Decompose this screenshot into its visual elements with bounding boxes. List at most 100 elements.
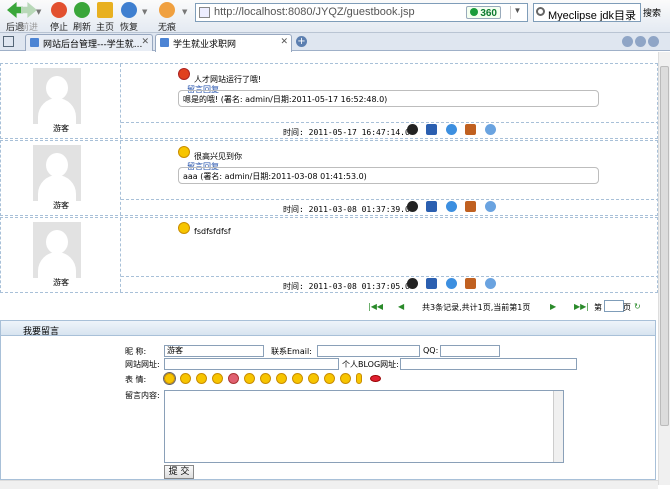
email-input[interactable]	[317, 345, 420, 357]
lips-icon[interactable]	[370, 375, 381, 382]
favicon-icon	[30, 38, 39, 47]
avatar	[33, 145, 81, 201]
thumb-icon[interactable]	[356, 373, 362, 384]
content-label: 留言内容:	[125, 391, 160, 400]
tab-menu-icon[interactable]	[3, 36, 14, 47]
submit-button[interactable]: 提 交	[164, 465, 194, 479]
guest-name: 游客	[53, 124, 69, 133]
face-icon[interactable]	[244, 373, 255, 384]
msn-icon[interactable]	[485, 278, 496, 289]
brand-360-badge[interactable]: 360	[466, 6, 501, 19]
face-icon[interactable]	[292, 373, 303, 384]
new-tab-icon[interactable]: +	[296, 36, 307, 47]
avatar	[33, 68, 81, 124]
email-icon[interactable]	[426, 201, 437, 212]
face-label: 表 情:	[125, 375, 147, 384]
homepage-icon[interactable]	[446, 124, 457, 135]
scroll-thumb[interactable]	[660, 66, 669, 426]
home-icon[interactable]	[465, 124, 476, 135]
address-bar[interactable]: http://localhost:8080/JYQZ/guestbook.jsp…	[195, 3, 528, 22]
face-icon[interactable]	[276, 373, 287, 384]
face-icon[interactable]	[324, 373, 335, 384]
notrace-button[interactable]: 无痕	[152, 0, 182, 33]
entry-divider	[121, 276, 658, 277]
home-icon[interactable]	[465, 201, 476, 212]
prev-page-icon[interactable]: ◀	[398, 302, 404, 311]
site-label: 网站网址:	[125, 360, 160, 369]
tab-list-icon[interactable]	[648, 36, 659, 47]
guest-name: 游客	[53, 201, 69, 210]
face-icon	[178, 222, 190, 234]
avatar-body	[38, 252, 76, 278]
search-button[interactable]: 搜索	[643, 6, 661, 19]
homepage-icon[interactable]	[446, 278, 457, 289]
history-dropdown-icon[interactable]: ▼	[36, 8, 41, 16]
entry-divider	[121, 199, 658, 200]
face-icon[interactable]	[212, 373, 223, 384]
first-page-icon[interactable]: |◀◀	[368, 302, 383, 311]
face-icon[interactable]	[308, 373, 319, 384]
page-icon	[199, 7, 210, 18]
horizontal-scrollbar[interactable]	[0, 480, 658, 489]
close-tab-icon[interactable]: ✕	[280, 37, 288, 47]
close-tab-icon[interactable]: ✕	[141, 37, 149, 47]
entry-time: 时间: 2011-05-17 16:47:14.0	[283, 128, 410, 137]
favicon-icon	[160, 38, 169, 47]
content-textarea[interactable]	[164, 390, 564, 463]
qq-icon[interactable]	[407, 124, 418, 135]
last-page-icon[interactable]: ▶▶|	[574, 302, 589, 311]
msn-icon[interactable]	[485, 124, 496, 135]
avatar-body	[38, 98, 76, 124]
email-icon[interactable]	[426, 278, 437, 289]
page-number-input[interactable]	[604, 300, 624, 312]
forward-label: 前进	[19, 23, 38, 33]
pager-summary: 共3条记录,共计1页,当前第1页	[422, 303, 531, 312]
stop-label: 停止	[49, 23, 68, 33]
search-value[interactable]: Myeclipse jdk目录	[548, 10, 636, 21]
tab-prev-icon[interactable]	[622, 36, 633, 47]
entry-time: 时间: 2011-03-08 01:37:39.0	[283, 205, 410, 214]
avatar-head	[46, 153, 68, 177]
home-icon[interactable]	[465, 278, 476, 289]
refresh-icon	[74, 2, 90, 18]
restore-dropdown-icon[interactable]: ▼	[142, 8, 147, 16]
face-icon[interactable]	[180, 373, 191, 384]
textarea-scrollbar[interactable]	[553, 391, 563, 462]
go-page-icon[interactable]: ↻	[634, 302, 641, 311]
next-page-icon[interactable]: ▶	[550, 302, 556, 311]
face-icon[interactable]	[340, 373, 351, 384]
address-dropdown-icon[interactable]: ▼	[510, 6, 524, 19]
address-url[interactable]: http://localhost:8080/JYQZ/guestbook.jsp	[214, 6, 415, 18]
notrace-dropdown-icon[interactable]: ▼	[182, 8, 187, 16]
face-icon[interactable]	[196, 373, 207, 384]
face-icon[interactable]	[228, 373, 239, 384]
email-label: 联系Email:	[271, 347, 312, 356]
qq-icon[interactable]	[407, 201, 418, 212]
face-icon[interactable]	[163, 372, 176, 385]
face-icon[interactable]	[260, 373, 271, 384]
page-suffix: 页	[623, 303, 631, 312]
restore-label: 恢复	[119, 23, 138, 33]
tab-job[interactable]: 学生就业求职网 ✕	[155, 34, 292, 52]
blog-input[interactable]	[400, 358, 577, 370]
msn-icon[interactable]	[485, 201, 496, 212]
qq-icon[interactable]	[407, 278, 418, 289]
home-label: 主页	[95, 23, 114, 33]
entry-user-column: 游客	[1, 218, 121, 292]
notrace-label: 无痕	[157, 23, 176, 33]
entry-time: 时间: 2011-03-08 01:37:05.0	[283, 282, 410, 291]
tab-admin[interactable]: 网站后台管理---学生就... ✕	[25, 34, 153, 51]
tab-next-icon[interactable]	[635, 36, 646, 47]
forward-button[interactable]: 前进	[14, 0, 44, 33]
vertical-scrollbar[interactable]	[658, 52, 670, 485]
nick-input[interactable]: 游客	[164, 345, 264, 357]
email-icon[interactable]	[426, 124, 437, 135]
restore-button[interactable]: 恢复	[114, 0, 144, 33]
homepage-icon[interactable]	[446, 201, 457, 212]
message-text: fsdfsfdfsf	[194, 227, 231, 236]
avatar-head	[46, 230, 68, 254]
search-input[interactable]: Myeclipse jdk目录	[533, 3, 641, 22]
site-input[interactable]	[164, 358, 339, 370]
form-title: 我要留言	[1, 321, 655, 337]
qq-input[interactable]	[440, 345, 500, 357]
